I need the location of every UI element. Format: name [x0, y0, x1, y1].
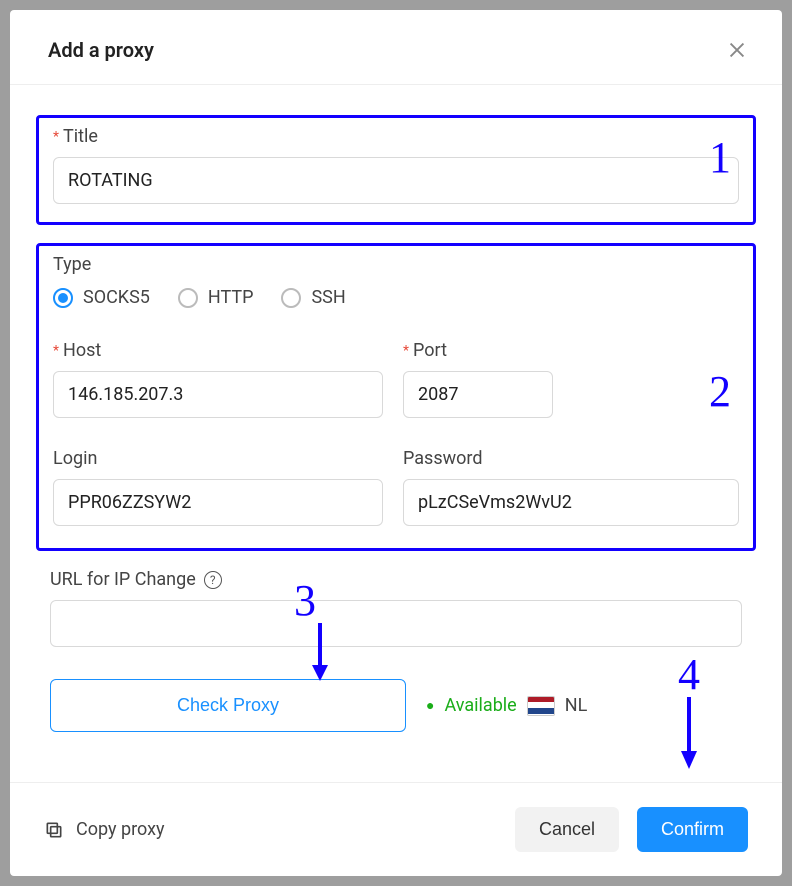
radio-label: SOCKS5 [83, 287, 150, 308]
modal-title: Add a proxy [48, 38, 154, 62]
type-option-http[interactable]: HTTP [178, 287, 254, 308]
copy-icon [44, 820, 64, 840]
modal-header: Add a proxy [10, 10, 782, 85]
copy-proxy-label: Copy proxy [76, 819, 165, 840]
copy-proxy-button[interactable]: Copy proxy [44, 819, 165, 840]
modal-footer: Copy proxy Cancel Confirm [10, 782, 782, 876]
country-code: NL [565, 695, 588, 716]
radio-icon [281, 288, 301, 308]
url-label: URL for IP Change [50, 569, 196, 590]
port-input[interactable] [403, 371, 553, 418]
title-section: Title 1 [36, 115, 756, 225]
password-input[interactable] [403, 479, 739, 526]
url-section: URL for IP Change ? [36, 569, 756, 647]
type-label: Type [53, 254, 739, 275]
login-input[interactable] [53, 479, 383, 526]
status-text: Available [444, 695, 516, 716]
proxy-status: ● Available NL [426, 695, 587, 716]
check-proxy-button[interactable]: Check Proxy [50, 679, 406, 732]
close-icon[interactable] [726, 39, 748, 61]
login-label: Login [53, 448, 383, 469]
cancel-button[interactable]: Cancel [515, 807, 619, 852]
flag-nl-icon [527, 696, 555, 716]
radio-icon [178, 288, 198, 308]
type-option-socks5[interactable]: SOCKS5 [53, 287, 150, 308]
modal-body: Title 1 Type SOCKS5 HTTP SSH [10, 85, 782, 782]
radio-icon [53, 288, 73, 308]
type-radio-group: SOCKS5 HTTP SSH [53, 287, 739, 308]
add-proxy-modal: Add a proxy Title 1 Type SOCKS5 HTTP [10, 10, 782, 876]
radio-label: SSH [311, 287, 345, 308]
title-input[interactable] [53, 157, 739, 204]
title-label: Title [53, 126, 739, 147]
type-option-ssh[interactable]: SSH [281, 287, 345, 308]
host-label: Host [53, 340, 383, 361]
confirm-button[interactable]: Confirm [637, 807, 748, 852]
connection-section: Type SOCKS5 HTTP SSH Host [36, 243, 756, 551]
port-label: Port [403, 340, 553, 361]
footer-buttons: Cancel Confirm [515, 807, 748, 852]
password-label: Password [403, 448, 739, 469]
url-label-row: URL for IP Change ? [50, 569, 742, 590]
host-input[interactable] [53, 371, 383, 418]
url-input[interactable] [50, 600, 742, 647]
radio-label: HTTP [208, 287, 254, 308]
check-row: Check Proxy ● Available NL [36, 679, 756, 732]
status-dot-icon: ● [426, 697, 434, 714]
help-icon[interactable]: ? [204, 571, 222, 589]
